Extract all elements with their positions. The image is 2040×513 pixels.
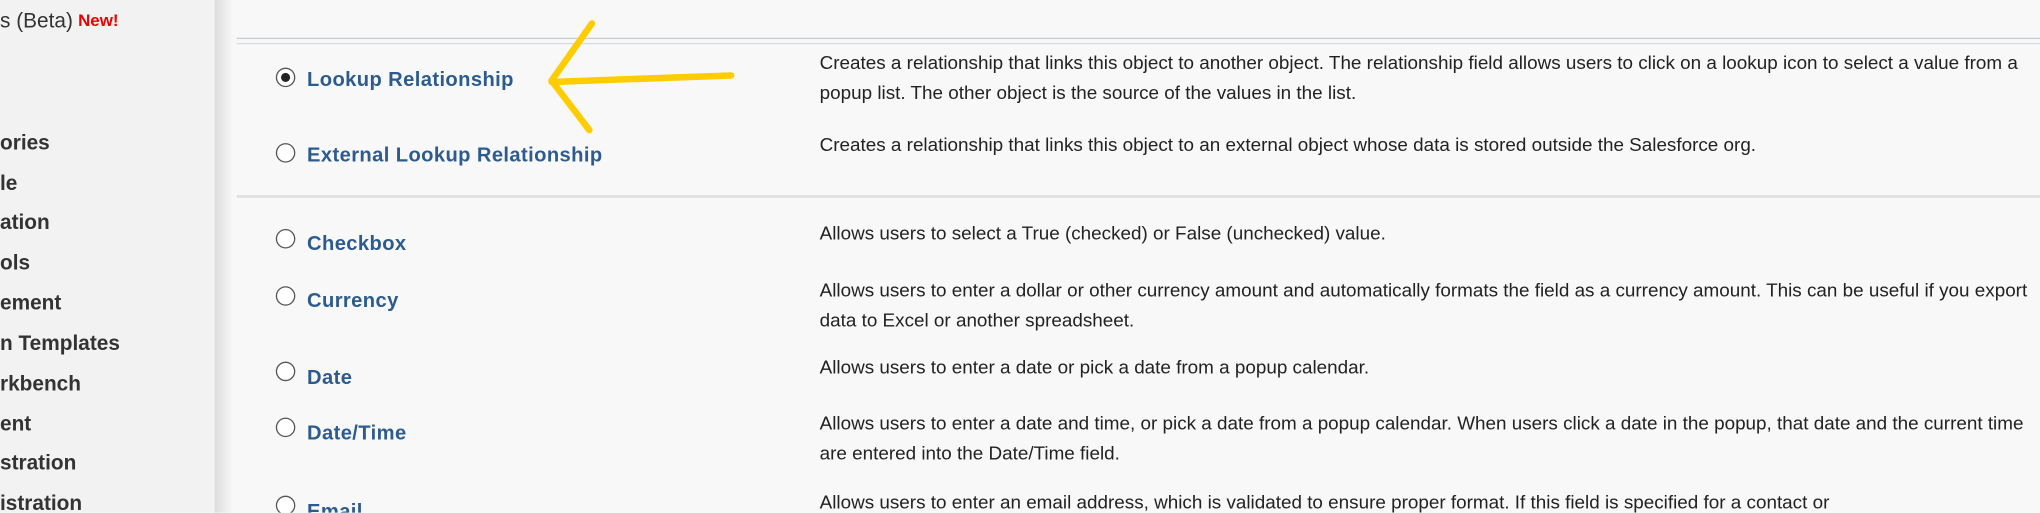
hand-drawn-arrow-icon xyxy=(548,20,735,134)
page: s (Beta) New! ories le ation ols ement n … xyxy=(0,0,2040,513)
